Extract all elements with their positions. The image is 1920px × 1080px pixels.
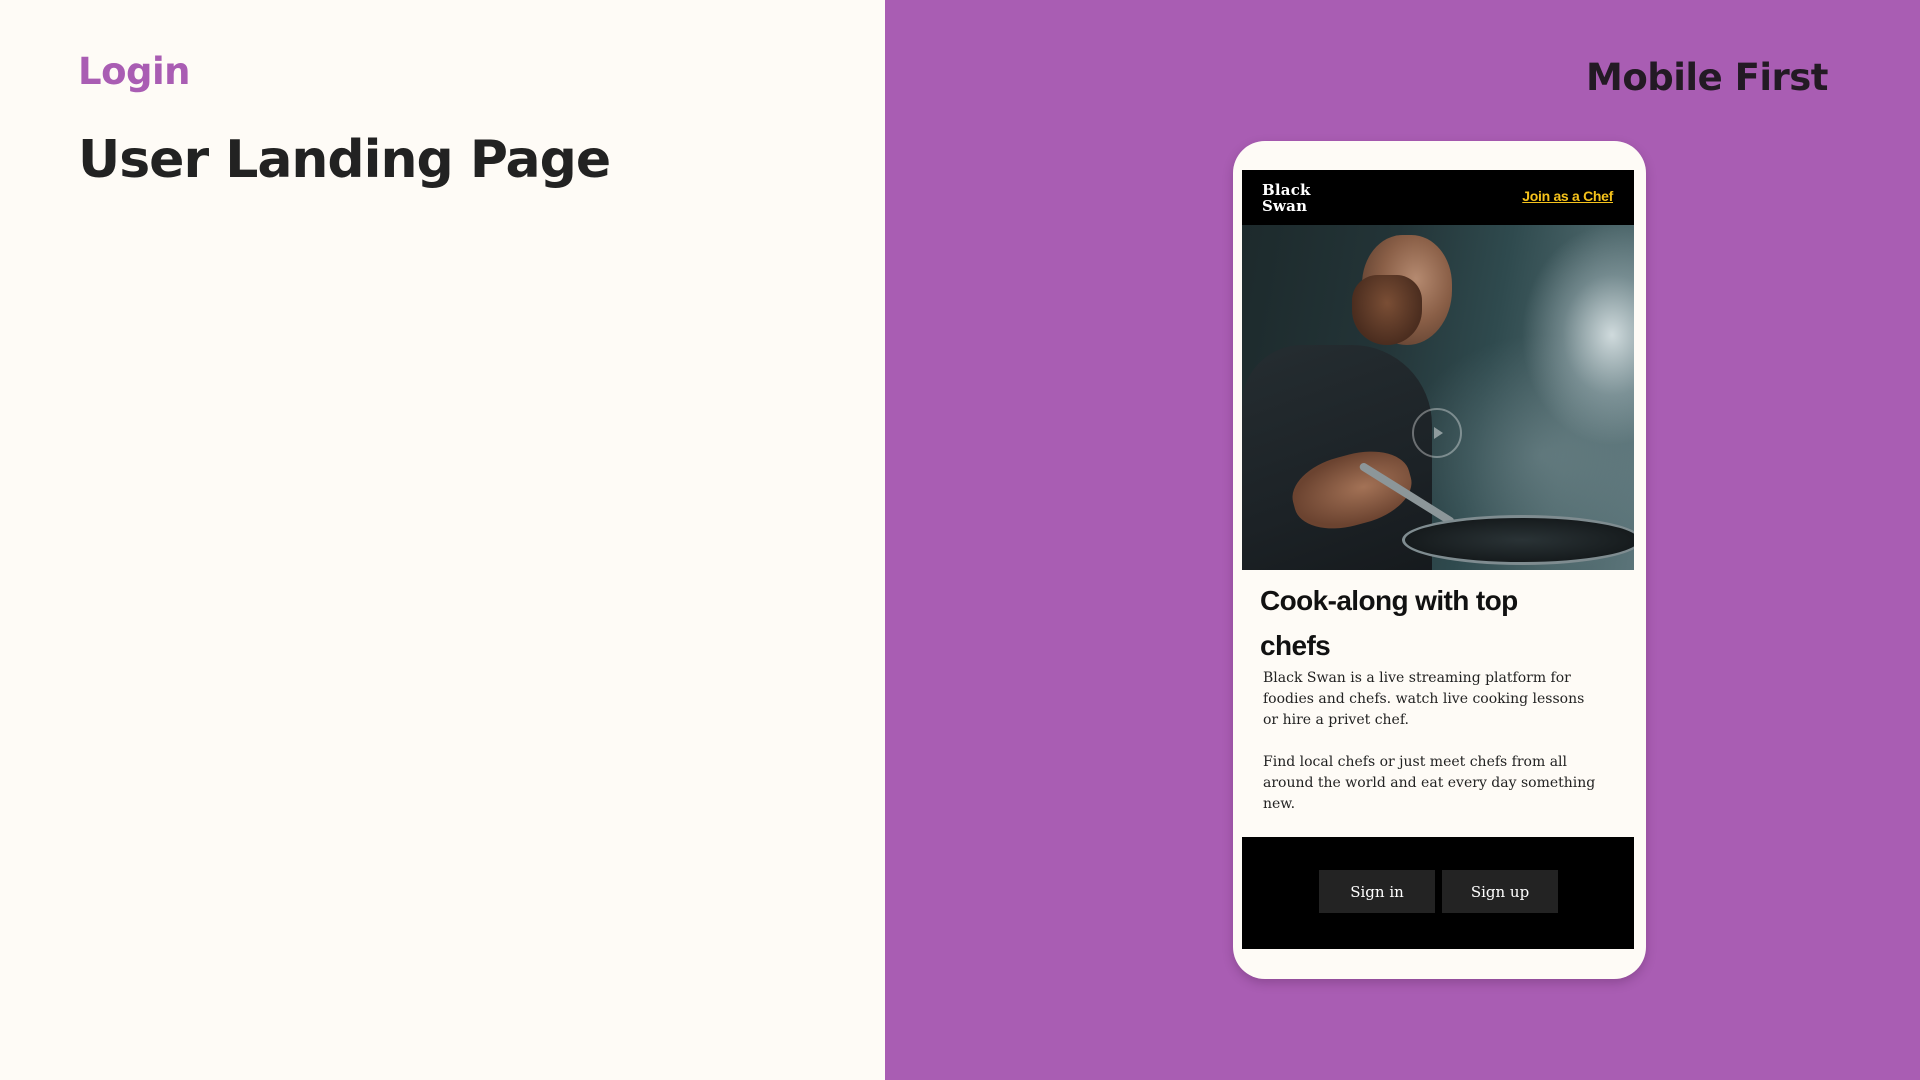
play-icon[interactable] bbox=[1412, 408, 1462, 458]
intro-paragraph-2: Find local chefs or just meet chefs from… bbox=[1263, 754, 1596, 812]
section-eyebrow: Login bbox=[78, 50, 191, 93]
intro-paragraph-1: Black Swan is a live streaming platform … bbox=[1263, 670, 1585, 728]
mobile-first-label: Mobile First bbox=[1586, 56, 1828, 99]
logo-line-2: Swan bbox=[1262, 197, 1308, 215]
auth-footer: Sign in Sign up bbox=[1242, 837, 1634, 949]
hero-headline: Cook-along with top chefs bbox=[1260, 585, 1518, 661]
sign-up-button[interactable]: Sign up bbox=[1442, 870, 1558, 913]
phone-mockup: Black Swan Join as a Chef Cook-along wit… bbox=[1233, 141, 1646, 979]
hero-video[interactable] bbox=[1242, 225, 1634, 570]
app-header: Black Swan Join as a Chef bbox=[1242, 170, 1634, 225]
page-title: User Landing Page bbox=[78, 130, 611, 190]
sign-in-button[interactable]: Sign in bbox=[1319, 870, 1435, 913]
brand-logo[interactable]: Black Swan bbox=[1262, 182, 1322, 214]
logo-line-1: Black bbox=[1262, 181, 1311, 199]
chef-beard bbox=[1352, 275, 1422, 345]
intro-content: Cook-along with top chefs Black Swan is … bbox=[1242, 570, 1634, 840]
left-panel: Login User Landing Page bbox=[0, 0, 885, 1080]
join-as-chef-link[interactable]: Join as a Chef bbox=[1522, 188, 1613, 204]
phone-screen: Black Swan Join as a Chef Cook-along wit… bbox=[1242, 170, 1634, 951]
frying-pan bbox=[1402, 515, 1634, 565]
